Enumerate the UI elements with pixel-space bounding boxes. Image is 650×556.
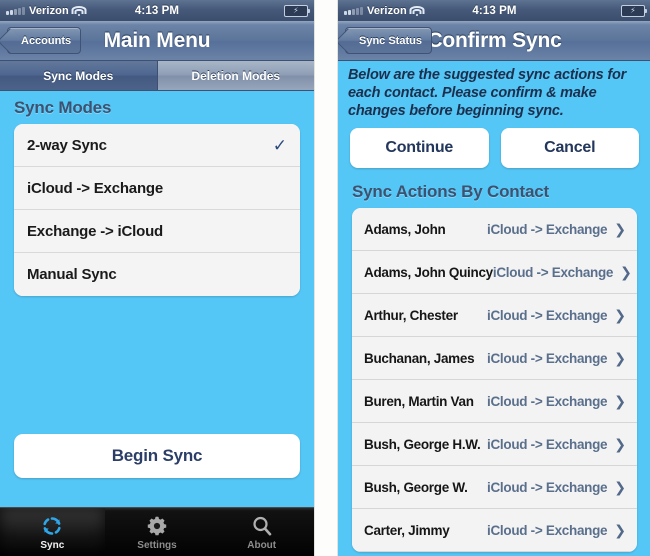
begin-sync-label: Begin Sync — [111, 446, 203, 465]
table-row[interactable]: Arthur, Chester iCloud -> Exchange ❯ — [352, 294, 637, 337]
contact-sync-actions-list: Adams, John iCloud -> Exchange ❯ Adams, … — [352, 208, 637, 552]
back-button-label: Accounts — [21, 34, 72, 47]
chevron-right-icon: ❯ — [614, 350, 626, 366]
segmented-control[interactable]: Sync Modes Deletion Modes — [0, 61, 314, 91]
chevron-right-icon: ❯ — [614, 393, 626, 409]
back-button-sync-status[interactable]: Sync Status — [345, 27, 432, 54]
signal-bars-icon — [344, 6, 363, 15]
contact-action: iCloud -> Exchange — [487, 350, 608, 366]
tab-settings[interactable]: Settings — [105, 508, 210, 556]
contact-action: iCloud -> Exchange — [487, 307, 608, 323]
sync-arrows-icon — [40, 514, 64, 538]
contact-action: iCloud -> Exchange — [487, 479, 608, 495]
contact-action: iCloud -> Exchange — [487, 436, 608, 452]
tab-sync-label: Sync — [40, 539, 65, 551]
right-phone-screen: Verizon 4:13 PM ⚡ Sync Status Confirm Sy… — [337, 0, 650, 556]
contact-action: iCloud -> Exchange — [487, 221, 608, 237]
section-header-sync-actions: Sync Actions By Contact — [352, 182, 549, 201]
status-bar-left: Verizon 4:13 PM ⚡ — [0, 0, 314, 21]
gear-icon — [145, 514, 169, 538]
battery-charging-icon: ⚡ — [621, 4, 647, 17]
table-row[interactable]: Adams, John Quincy iCloud -> Exchange ❯ — [352, 251, 637, 294]
table-row[interactable]: Buchanan, James iCloud -> Exchange ❯ — [352, 337, 637, 380]
back-button-label: Sync Status — [359, 34, 422, 47]
contact-action: iCloud -> Exchange — [487, 393, 608, 409]
status-bar-right: Verizon 4:13 PM ⚡ — [338, 0, 650, 21]
contact-name: Buchanan, James — [364, 350, 475, 366]
tab-about-label: About — [247, 539, 277, 551]
back-button-accounts[interactable]: Accounts — [7, 27, 82, 54]
intro-text: Below are the suggested sync actions for… — [348, 67, 627, 119]
contact-name: Adams, John Quincy — [364, 264, 493, 280]
tab-about[interactable]: About — [209, 508, 314, 556]
contact-name: Bush, George W. — [364, 479, 468, 495]
contact-name: Adams, John — [364, 221, 446, 237]
carrier-label: Verizon — [367, 4, 407, 17]
table-row[interactable]: Adams, John iCloud -> Exchange ❯ — [352, 208, 637, 251]
left-phone-screen: Verizon 4:13 PM ⚡ Accounts Main Menu Syn… — [0, 0, 315, 556]
contact-action: iCloud -> Exchange — [492, 264, 614, 280]
list-item-label: 2-way Sync — [27, 136, 107, 154]
status-bar-right-cluster: ⚡ — [284, 4, 310, 17]
cancel-label: Cancel — [544, 139, 596, 156]
carrier-label: Verizon — [29, 4, 69, 17]
table-row[interactable]: Carter, Jimmy iCloud -> Exchange ❯ — [352, 509, 637, 552]
list-item[interactable]: Exchange -> iCloud — [14, 210, 300, 253]
cancel-button[interactable]: Cancel — [500, 128, 639, 168]
chevron-right-icon: ❯ — [614, 436, 626, 452]
continue-label: Continue — [385, 139, 454, 156]
status-bar-left-cluster: Verizon — [6, 4, 87, 17]
contact-name: Arthur, Chester — [364, 307, 458, 323]
sync-modes-list: 2-way Sync ✓ iCloud -> Exchange Exchange… — [14, 124, 300, 296]
chevron-right-icon: ❯ — [614, 221, 626, 237]
list-item-label: iCloud -> Exchange — [27, 179, 164, 197]
section-header-sync-modes: Sync Modes — [14, 98, 112, 117]
contact-name: Carter, Jimmy — [364, 522, 450, 538]
tab-sync-modes[interactable]: Sync Modes — [0, 61, 158, 90]
contact-name: Buren, Martin Van — [364, 393, 474, 409]
begin-sync-button[interactable]: Begin Sync — [14, 434, 300, 478]
checkmark-icon: ✓ — [272, 135, 287, 155]
continue-button[interactable]: Continue — [350, 128, 489, 168]
list-item-label: Manual Sync — [27, 266, 117, 283]
list-item-label: Exchange -> iCloud — [27, 222, 164, 240]
tab-sync[interactable]: Sync — [0, 508, 105, 556]
status-bar-right-cluster: ⚡ — [621, 4, 647, 17]
status-bar-left-cluster: Verizon — [344, 4, 425, 17]
table-row[interactable]: Buren, Martin Van iCloud -> Exchange ❯ — [352, 380, 637, 423]
tab-settings-label: Settings — [137, 539, 177, 551]
tab-deletion-modes[interactable]: Deletion Modes — [157, 61, 314, 90]
list-item[interactable]: 2-way Sync ✓ — [14, 124, 300, 167]
wifi-icon — [71, 5, 87, 16]
signal-bars-icon — [6, 6, 25, 15]
nav-bar-left: Accounts Main Menu — [0, 21, 314, 61]
wifi-icon — [409, 5, 425, 16]
table-row[interactable]: Bush, George W. iCloud -> Exchange ❯ — [352, 466, 637, 509]
contact-action: iCloud -> Exchange — [487, 522, 608, 538]
list-item[interactable]: iCloud -> Exchange — [14, 167, 300, 210]
chevron-right-icon: ❯ — [614, 522, 626, 538]
magnifier-icon — [250, 514, 274, 538]
tab-bar: Sync Settings About — [0, 507, 314, 556]
list-item[interactable]: Manual Sync — [14, 253, 300, 296]
nav-bar-right: Sync Status Confirm Sync — [338, 21, 650, 61]
confirm-button-row: Continue Cancel — [338, 128, 650, 168]
chevron-right-icon: ❯ — [614, 307, 626, 323]
chevron-right-icon: ❯ — [614, 479, 626, 495]
contact-name: Bush, George H.W. — [364, 436, 481, 452]
table-row[interactable]: Bush, George H.W. iCloud -> Exchange ❯ — [352, 423, 637, 466]
screenshot-stage: Verizon 4:13 PM ⚡ Accounts Main Menu Syn… — [0, 0, 650, 556]
battery-charging-icon: ⚡ — [284, 4, 310, 17]
chevron-right-icon: ❯ — [620, 264, 632, 280]
